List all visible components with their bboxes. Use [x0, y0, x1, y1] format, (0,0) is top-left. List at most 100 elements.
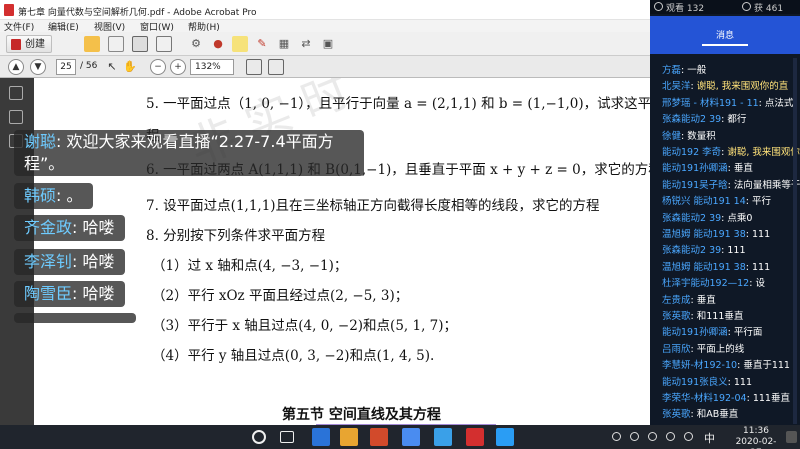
danmaku-user: 谢聪	[24, 132, 57, 151]
chat-message-user[interactable]: 吕雨欣	[662, 344, 691, 355]
explorer-icon[interactable]	[340, 428, 358, 446]
stamp-icon[interactable]: ●	[210, 36, 226, 52]
save-icon[interactable]	[108, 36, 124, 52]
task-view-icon[interactable]	[280, 431, 294, 443]
print-icon[interactable]	[132, 36, 148, 52]
chat-message-user[interactable]: 张森能动2 39	[662, 114, 721, 125]
page-number-input[interactable]: 25	[56, 59, 76, 75]
acrobat-task-icon[interactable]	[466, 428, 484, 446]
chat-message: 张森能动2 39: 点乘0	[662, 210, 800, 224]
comment-icon[interactable]	[232, 36, 248, 52]
chat-message-text: 111	[752, 261, 771, 273]
chat-message-user[interactable]: 能动191吴子晗	[662, 180, 728, 191]
fit-width-icon[interactable]	[268, 59, 284, 75]
pdf-file-icon	[4, 4, 14, 16]
select-cursor-icon[interactable]: ↖	[104, 59, 120, 75]
chat-message: 张英歌: 和111垂直	[662, 308, 800, 322]
zoom-select[interactable]: 132%	[190, 59, 234, 75]
bookmark-icon[interactable]	[9, 110, 23, 124]
next-page-icon[interactable]: ▼	[30, 59, 46, 75]
window-title: 第七章 向量代数与空间解析几何.pdf - Adobe Acrobat Pro	[18, 8, 257, 18]
chat-message-user[interactable]: 张森能动2 39	[662, 245, 721, 256]
chat-message: 能动191张良义: 111	[662, 374, 800, 388]
chat-message: 能动191孙卿涵: 垂直	[662, 160, 800, 174]
powerpoint-icon[interactable]	[370, 428, 388, 446]
notification-icon[interactable]	[786, 431, 797, 443]
tab-messages[interactable]: 消息	[650, 16, 800, 54]
chat-message-user[interactable]: 能动191孙卿涵	[662, 327, 728, 338]
pages-panel-icon[interactable]	[9, 86, 23, 100]
viewer-count: 观看 132	[666, 4, 705, 14]
chat-message-text: 谢聪, 我来围观你	[727, 147, 800, 158]
chat-message-user[interactable]: 能动191张良义	[662, 377, 728, 388]
tray-expand-icon[interactable]	[612, 432, 621, 441]
navigation-toolbar: ▲ ▼ 25 / 56 ↖ ✋ − + 132%	[0, 56, 650, 78]
chat-message: 能动192 李奇: 谢聪, 我来围观你	[662, 144, 800, 158]
mail-icon[interactable]	[434, 428, 452, 446]
danmaku-message: 陶雪臣: 哈喽	[14, 281, 125, 307]
sign-icon[interactable]: ✎	[254, 36, 270, 52]
chat-message-user[interactable]: 邢梦瑶 - 材料191 - 11	[662, 98, 759, 109]
network-icon[interactable]	[630, 432, 639, 441]
chat-message: 张森能动2 39: 111	[662, 242, 800, 256]
chat-message: 李荣华-材料192-04: 111垂直	[662, 390, 800, 404]
chat-message-text: 平行面	[733, 327, 763, 339]
danmaku-message: 齐金政: 哈喽	[14, 215, 125, 241]
email-icon[interactable]	[156, 36, 172, 52]
zoom-out-icon[interactable]: −	[150, 59, 166, 75]
main-toolbar: 创建 ⚙ ● ✎ ▦ ⇄ ▣	[0, 32, 650, 56]
live-app-icon[interactable]	[402, 428, 420, 446]
chat-message-user[interactable]: 杨锐兴 能动191 14	[662, 196, 746, 207]
danmaku-placeholder	[14, 313, 136, 323]
chat-message-user[interactable]: 李慧妍-材192-10	[662, 360, 737, 371]
gear-icon[interactable]: ⚙	[188, 36, 204, 52]
likes-icon	[742, 2, 751, 11]
ime-indicator[interactable]: 中	[704, 430, 715, 446]
open-folder-icon[interactable]	[84, 36, 100, 52]
previous-page-icon[interactable]: ▲	[8, 59, 24, 75]
chat-message-text: 垂直	[733, 163, 753, 175]
chat-message-user[interactable]: 徐健	[662, 131, 681, 142]
chat-message-user[interactable]: 温旭姆 能动191 38	[662, 229, 746, 240]
edge-icon[interactable]	[312, 428, 330, 446]
chat-message-user[interactable]: 能动192 李奇	[662, 147, 721, 158]
menu-bar: 文件(F) 编辑(E) 视图(V) 窗口(W) 帮助(H)	[0, 20, 650, 33]
chat-message-user[interactable]: 北吴洋	[662, 81, 691, 92]
export-icon[interactable]: ⇄	[298, 36, 314, 52]
chat-app-icon[interactable]	[496, 428, 514, 446]
chat-message-user[interactable]: 杜泽宇能动192—12	[662, 278, 749, 289]
danmaku-text: : 哈喽	[72, 284, 115, 303]
chat-message: 北吴洋: 谢聪, 我来围观你的直	[662, 78, 800, 92]
chat-message-user[interactable]: 能动191孙卿涵	[662, 163, 728, 174]
chat-message-user[interactable]: 李荣华-材料192-04	[662, 393, 747, 404]
search-icon[interactable]	[252, 430, 266, 444]
problem-8-2: （2）平行 xOz 平面且经过点(2, −5, 3)；	[152, 288, 409, 304]
chat-message-user[interactable]: 温旭姆 能动191 38	[662, 262, 746, 273]
hand-tool-icon[interactable]: ✋	[122, 59, 138, 75]
chat-message: 温旭姆 能动191 38: 111	[662, 259, 800, 273]
wifi-icon[interactable]	[684, 432, 693, 441]
chat-message: 能动191吴子晗: 法向量相乘等于	[662, 177, 800, 191]
problem-8-1: （1）过 x 轴和点(4, −3, −1)；	[152, 258, 348, 274]
chat-message-user[interactable]: 张英歌	[662, 409, 691, 420]
clock[interactable]: 11:36 2020-02-27	[730, 426, 782, 449]
problem-8-4: （4）平行 y 轴且过点(0, 3, −2)和点(1, 4, 5).	[152, 348, 435, 364]
fit-page-icon[interactable]	[246, 59, 262, 75]
page-total: / 56	[80, 61, 98, 71]
chat-message: 能动191孙卿涵: 平行面	[662, 324, 800, 338]
volume-icon[interactable]	[648, 432, 657, 441]
chat-message-user[interactable]: 方磊	[662, 65, 681, 76]
chat-message-user[interactable]: 左贵成	[662, 295, 691, 306]
chat-scrollbar[interactable]	[793, 58, 797, 424]
chat-message-user[interactable]: 张英歌	[662, 311, 691, 322]
form-icon[interactable]: ▦	[276, 36, 292, 52]
battery-icon[interactable]	[666, 432, 675, 441]
tools-icon[interactable]: ▣	[320, 36, 336, 52]
create-button[interactable]: 创建	[6, 35, 52, 53]
problem-5: 5. 一平面过点（1, 0, −1），且平行于向量 a = (2,1,1) 和 …	[146, 96, 650, 112]
chat-message-user[interactable]: 张森能动2 39	[662, 213, 721, 224]
chat-message-text: 都行	[727, 114, 747, 126]
chat-message: 邢梦瑶 - 材料191 - 11: 点法式	[662, 95, 800, 109]
zoom-in-icon[interactable]: +	[170, 59, 186, 75]
chat-message-text: 111	[733, 376, 753, 388]
